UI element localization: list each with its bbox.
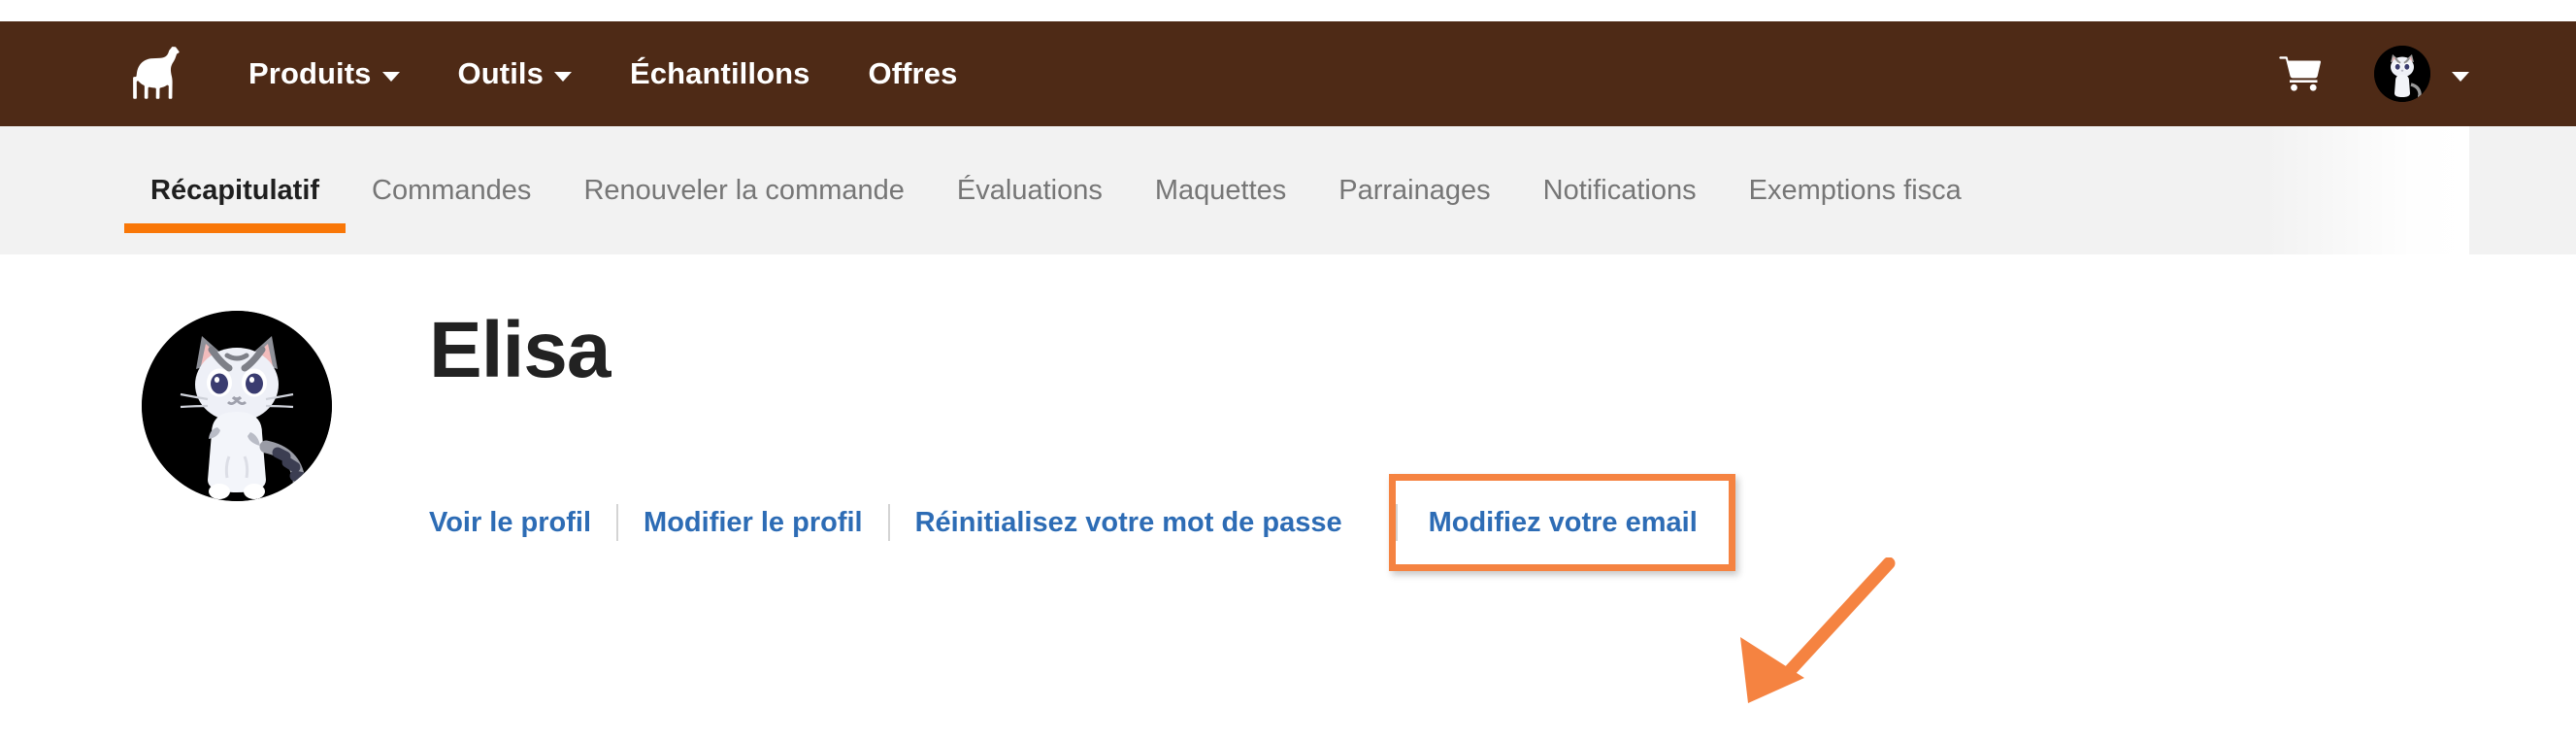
link-voir-le-profil[interactable]: Voir le profil [429,493,616,553]
tab-commandes[interactable]: Commandes [346,126,557,254]
link-reinitialisez-votre-mot-de-passe[interactable]: Réinitialisez votre mot de passe [890,493,1368,553]
tab-renouveler-la-commande[interactable]: Renouveler la commande [557,126,930,254]
nav-item-produits[interactable]: Produits [219,47,429,101]
profile-subline-redacted [429,404,1735,458]
tab-label: Récapitulatif [150,174,320,206]
global-header: Produits Outils Échantillons Offres [0,21,2576,126]
arrow-annotation-icon [1723,556,1907,737]
nav-item-echantillons[interactable]: Échantillons [601,47,840,101]
highlight-annotation-box: Modifiez votre email [1388,474,1735,571]
page-title: Elisa [429,306,611,394]
nav-item-label: Offres [868,56,958,90]
page-top-spacer [0,0,2576,21]
tab-label: Évaluations [956,174,1103,206]
link-label: Modifier le profil [644,506,863,538]
main-navigation: Produits Outils Échantillons Offres [219,47,986,101]
link-modifiez-votre-email[interactable]: Modifiez votre email [1398,493,1729,553]
profile-details: Elisa Voir le profil Modifier le profil … [429,301,1735,571]
tab-label: Exemptions fisca [1748,174,1962,206]
tab-label: Maquettes [1154,174,1287,206]
tab-exemptions-fiscales[interactable]: Exemptions fisca [1723,126,1988,254]
horse-logo-icon[interactable] [124,44,184,104]
tab-label: Notifications [1542,174,1697,206]
account-tab-bar: Récapitulatif Commandes Renouveler la co… [0,126,2576,254]
profile-row: Elisa Voir le profil Modifier le profil … [0,301,2576,571]
profile-summary-section: Elisa Voir le profil Modifier le profil … [0,254,2576,703]
tab-recapitulatif[interactable]: Récapitulatif [124,126,347,254]
header-right-actions [2277,21,2469,126]
chevron-down-icon [2452,71,2469,82]
active-tab-underline [124,223,347,233]
tab-label: Parrainages [1338,174,1491,206]
chevron-down-icon [381,71,400,82]
cat-avatar-large[interactable] [142,311,332,501]
shopping-cart-icon[interactable] [2277,51,2324,97]
tab-label: Commandes [372,174,532,206]
nav-item-label: Échantillons [629,56,810,90]
tab-evaluations[interactable]: Évaluations [931,126,1129,254]
account-menu-button[interactable] [2374,46,2469,102]
nav-item-label: Outils [457,56,544,90]
link-label: Voir le profil [429,506,592,538]
tab-label: Renouveler la commande [583,174,905,206]
cat-avatar-icon [2374,46,2430,102]
nav-item-offres[interactable]: Offres [840,47,987,101]
nav-item-outils[interactable]: Outils [429,47,601,101]
profile-action-links: Voir le profil Modifier le profil Réinit… [429,474,1735,571]
link-label: Modifiez votre email [1428,506,1698,538]
link-modifier-le-profil[interactable]: Modifier le profil [618,493,888,553]
nav-item-label: Produits [248,56,372,90]
tab-parrainages[interactable]: Parrainages [1312,126,1516,254]
link-label: Réinitialisez votre mot de passe [914,506,1342,538]
chevron-down-icon [553,71,572,82]
tab-notifications[interactable]: Notifications [1517,126,1723,254]
tab-list[interactable]: Récapitulatif Commandes Renouveler la co… [0,126,2576,254]
tab-maquettes[interactable]: Maquettes [1129,126,1312,254]
